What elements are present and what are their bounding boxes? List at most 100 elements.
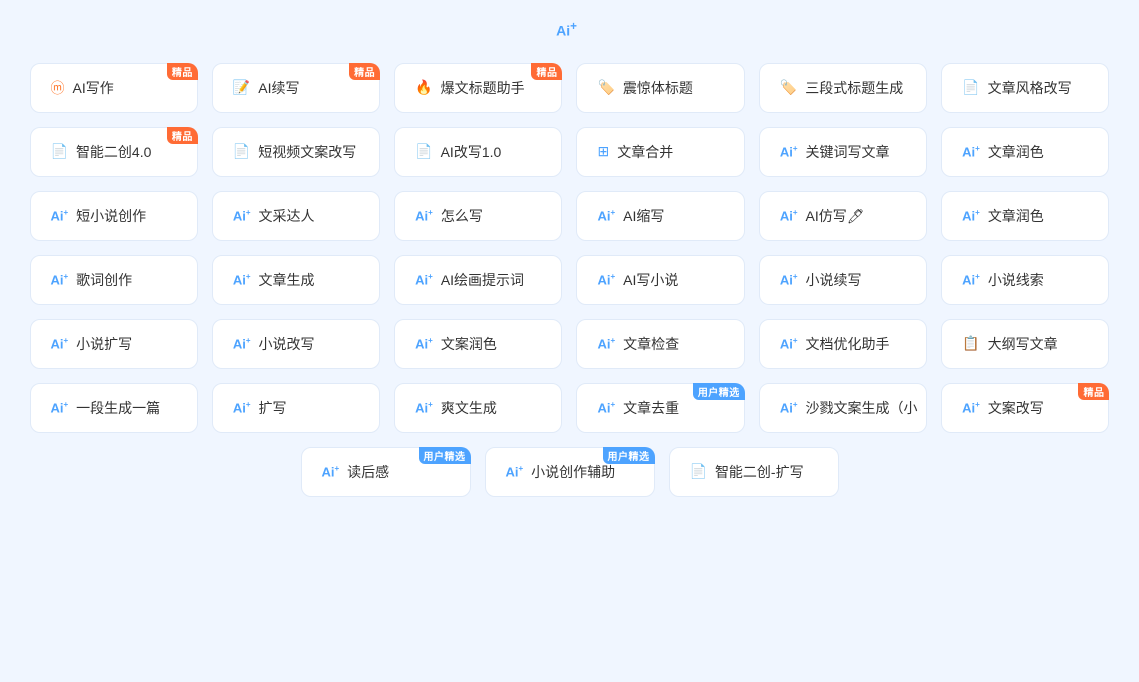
card-label: 震惊体标题 xyxy=(623,78,693,98)
card-label: 扩写 xyxy=(259,398,287,418)
card-label: 文章润色 xyxy=(988,142,1044,162)
card-how-write[interactable]: Ai+ 怎么写 xyxy=(394,191,562,241)
card-ai-write-novel[interactable]: Ai+AI写小说 xyxy=(576,255,744,305)
card-ai-rewrite[interactable]: 📄AI改写1.0 xyxy=(394,127,562,177)
ai-icon: Ai+ xyxy=(780,401,798,414)
card-shock-title[interactable]: 🏷️ 震惊体标题 xyxy=(576,63,744,113)
card-label: 文章去重 xyxy=(623,398,679,418)
tag-icon: 🏷️ xyxy=(597,79,614,96)
ai-icon: Ai+ xyxy=(322,465,340,478)
card-short-video[interactable]: 📄 短视频文案改写 xyxy=(212,127,380,177)
card-label: 爽文生成 xyxy=(441,398,497,418)
card-copy-improve[interactable]: 精品 Ai+ 文案改写 xyxy=(941,383,1109,433)
card-label: 小说改写 xyxy=(259,334,315,354)
card-article-gen[interactable]: Ai+文章生成 xyxy=(212,255,380,305)
write-icon: ⓜ xyxy=(51,78,65,98)
card-three-title[interactable]: 🏷️三段式标题生成 xyxy=(759,63,927,113)
doc-icon: 📄 xyxy=(233,143,250,160)
card-outline-write[interactable]: 📋大纲写文章 xyxy=(941,319,1109,369)
card-novel-assist[interactable]: 用户精选Ai+小说创作辅助 xyxy=(485,447,655,497)
card-keyword-write[interactable]: Ai+关键词写文章 xyxy=(759,127,927,177)
ai-icon: Ai+ xyxy=(51,209,69,222)
doc-icon: 📄 xyxy=(51,143,68,160)
card-label: 文章合并 xyxy=(617,142,673,162)
ai-icon: Ai+ xyxy=(51,401,69,414)
ai-icon: Ai+ xyxy=(962,209,980,222)
tool-row: Ai+小说扩写Ai+小说改写Ai+文案润色Ai+文章检查Ai+文档优化助手📋大纲… xyxy=(30,319,1110,369)
ai-icon: Ai+ xyxy=(233,401,251,414)
card-label: 三段式标题生成 xyxy=(805,78,903,98)
card-article-polish1[interactable]: Ai+ 文章润色 xyxy=(941,127,1109,177)
ai-icon: Ai+ xyxy=(962,401,980,414)
ai-icon: Ai+ xyxy=(780,337,798,350)
card-label: 读后感 xyxy=(347,462,389,482)
card-title-helper[interactable]: 精品🔥爆文标题助手 xyxy=(394,63,562,113)
card-label: 文章检查 xyxy=(623,334,679,354)
card-fresh-gen[interactable]: Ai+爽文生成 xyxy=(394,383,562,433)
card-ai-imitate[interactable]: Ai+ AI仿写🖊 xyxy=(759,191,927,241)
ai-icon: Ai+ xyxy=(51,337,69,350)
card-novel-continue[interactable]: Ai+小说续写 xyxy=(759,255,927,305)
card-article-polish2[interactable]: Ai+ 文章润色 xyxy=(941,191,1109,241)
card-sand-copy[interactable]: Ai+ 沙戮文案生成（小 xyxy=(759,383,927,433)
card-label: 怎么写 xyxy=(441,206,483,226)
card-label: 小说扩写 xyxy=(76,334,132,354)
card-label: 爆文标题助手 xyxy=(441,78,525,98)
card-read-review[interactable]: 用户精选Ai+读后感 xyxy=(301,447,471,497)
card-copy-polish[interactable]: Ai+文案润色 xyxy=(394,319,562,369)
card-ai-continue[interactable]: 精品📝AI续写 xyxy=(212,63,380,113)
ai-icon: Ai+ xyxy=(597,401,615,414)
card-label: AI缩写 xyxy=(623,206,664,226)
card-short-novel[interactable]: Ai+短小说创作 xyxy=(30,191,198,241)
card-article-check[interactable]: Ai+ 文章检查 xyxy=(576,319,744,369)
card-novel-clue[interactable]: Ai+小说线索 xyxy=(941,255,1109,305)
card-label: 小说续写 xyxy=(805,270,861,290)
badge: 用户精选 xyxy=(603,447,655,464)
ai-icon: Ai+ xyxy=(597,273,615,286)
card-ai-paint-prompt[interactable]: Ai+AI绘画提示词 xyxy=(394,255,562,305)
card-label: 歌词创作 xyxy=(76,270,132,290)
ai-icon: Ai+ xyxy=(780,209,798,222)
page-title: Ai+ xyxy=(556,20,583,39)
tool-row: 精品📄智能二创4.0📄短视频文案改写📄AI改写1.0⊞文章合并Ai+关键词写文章… xyxy=(30,127,1110,177)
card-label: 文章生成 xyxy=(259,270,315,290)
card-novel-expand[interactable]: Ai+ 小说扩写 xyxy=(30,319,198,369)
card-one-para[interactable]: Ai+一段生成一篇 xyxy=(30,383,198,433)
badge: 用户精选 xyxy=(693,383,745,400)
card-label: 文案润色 xyxy=(441,334,497,354)
badge: 精品 xyxy=(167,63,198,80)
ai-icon: Ai+ xyxy=(415,209,433,222)
ai-icon: Ai+ xyxy=(597,337,615,350)
card-label: 大纲写文章 xyxy=(988,334,1058,354)
merge-icon: ⊞ xyxy=(597,143,609,160)
card-novel-rewrite[interactable]: Ai+小说改写 xyxy=(212,319,380,369)
card-article-merge[interactable]: ⊞ 文章合并 xyxy=(576,127,744,177)
ai-icon: Ai+ xyxy=(962,145,980,158)
ai-icon: Ai+ xyxy=(597,209,615,222)
card-label: 智能二创-扩写 xyxy=(715,462,804,482)
card-label: 小说线索 xyxy=(988,270,1044,290)
card-ai-shorten[interactable]: Ai+ AI缩写 xyxy=(576,191,744,241)
card-label: AI写作 xyxy=(73,78,114,98)
ai-title-icon: Ai+ xyxy=(556,20,577,39)
tool-row: Ai+短小说创作 Ai+文采达人 Ai+ 怎么写 Ai+ AI缩写 Ai+ AI仿写🖊 Ai+ 文… xyxy=(30,191,1110,241)
card-ai-write[interactable]: 精品 ⓜ AI写作 xyxy=(30,63,198,113)
tool-row: Ai+一段生成一篇Ai+扩写Ai+爽文生成用户精选Ai+文章去重Ai+沙戮文案生… xyxy=(30,383,1110,433)
card-label: AI改写1.0 xyxy=(441,142,502,162)
card-label: 短视频文案改写 xyxy=(258,142,356,162)
card-lyric-create[interactable]: Ai+歌词创作 xyxy=(30,255,198,305)
card-smart-create[interactable]: 精品📄智能二创4.0 xyxy=(30,127,198,177)
tools-grid: 精品ⓜAI写作精品📝AI续写精品🔥爆文标题助手🏷️震惊体标题🏷️三段式标题生成📄… xyxy=(30,63,1110,497)
card-style-rewrite[interactable]: 📄文章风格改写 xyxy=(941,63,1109,113)
card-expand-write[interactable]: Ai+ 扩写 xyxy=(212,383,380,433)
fire-icon: 🔥 xyxy=(415,79,432,96)
card-label: AI仿写🖊 xyxy=(805,206,864,226)
card-label: 文案改写 xyxy=(988,398,1044,418)
card-label: 沙戮文案生成（小 xyxy=(805,398,917,418)
badge: 精品 xyxy=(1078,383,1109,400)
card-doc-optimize[interactable]: Ai+文档优化助手 xyxy=(759,319,927,369)
card-writing-style[interactable]: Ai+文采达人 xyxy=(212,191,380,241)
card-dedup-article[interactable]: 用户精选 Ai+ 文章去重 xyxy=(576,383,744,433)
card-smart-expand[interactable]: 📄智能二创-扩写 xyxy=(669,447,839,497)
card-label: 文章润色 xyxy=(988,206,1044,226)
